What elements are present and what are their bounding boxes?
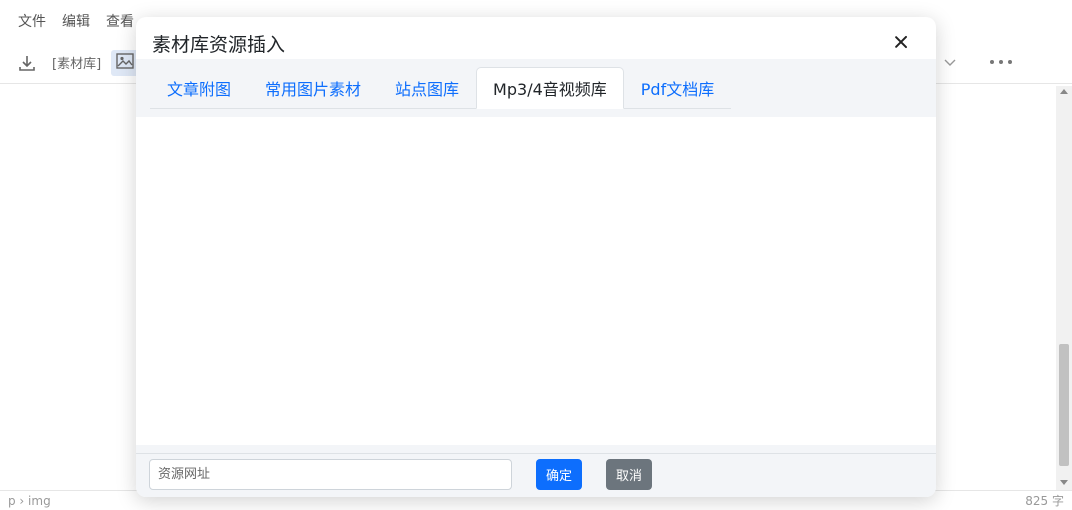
scroll-down-arrow-icon[interactable] xyxy=(1060,480,1068,485)
dialog-header: 素材库资源插入 xyxy=(136,17,936,61)
more-horizontal-icon[interactable] xyxy=(990,54,1012,70)
tab-article-images[interactable]: 文章附图 xyxy=(150,67,248,109)
tab-site-gallery[interactable]: 站点图库 xyxy=(378,67,476,109)
confirm-button[interactable]: 确定 xyxy=(536,459,582,490)
menu-item-view[interactable]: 查看 xyxy=(106,11,134,31)
word-count: 825 字 xyxy=(1025,494,1064,508)
tabs: 文章附图 常用图片素材 站点图库 Mp3/4音视频库 Pdf文档库 xyxy=(150,67,732,109)
scroll-thumb[interactable] xyxy=(1059,344,1069,466)
dialog-body xyxy=(136,117,936,445)
menu-item-edit[interactable]: 编辑 xyxy=(62,11,90,31)
download-icon[interactable] xyxy=(16,52,38,74)
cancel-button[interactable]: 取消 xyxy=(606,459,652,490)
close-icon[interactable] xyxy=(892,33,910,51)
tab-bar: 文章附图 常用图片素材 站点图库 Mp3/4音视频库 Pdf文档库 xyxy=(136,59,936,117)
menu-item-file[interactable]: 文件 xyxy=(18,11,46,31)
tab-common-images[interactable]: 常用图片素材 xyxy=(248,67,378,109)
dialog-footer: 确定 取消 xyxy=(136,453,936,497)
resource-insert-dialog: 素材库资源插入 文章附图 常用图片素材 站点图库 Mp3/4音视频库 Pdf文档… xyxy=(136,17,936,497)
image-icon xyxy=(116,52,134,73)
body-divider xyxy=(136,445,936,453)
material-library-button[interactable]: [素材库] xyxy=(52,53,101,72)
chevron-down-icon[interactable] xyxy=(942,54,958,70)
editor-scrollbar[interactable] xyxy=(1056,86,1072,490)
insert-image-button[interactable] xyxy=(111,49,140,76)
dialog-title: 素材库资源插入 xyxy=(152,34,286,56)
tab-audio-video-library[interactable]: Mp3/4音视频库 xyxy=(476,67,624,109)
scroll-up-arrow-icon[interactable] xyxy=(1060,89,1068,94)
tab-pdf-library[interactable]: Pdf文档库 xyxy=(624,67,731,109)
element-path[interactable]: p › img xyxy=(8,494,51,508)
resource-url-input[interactable] xyxy=(149,459,512,490)
